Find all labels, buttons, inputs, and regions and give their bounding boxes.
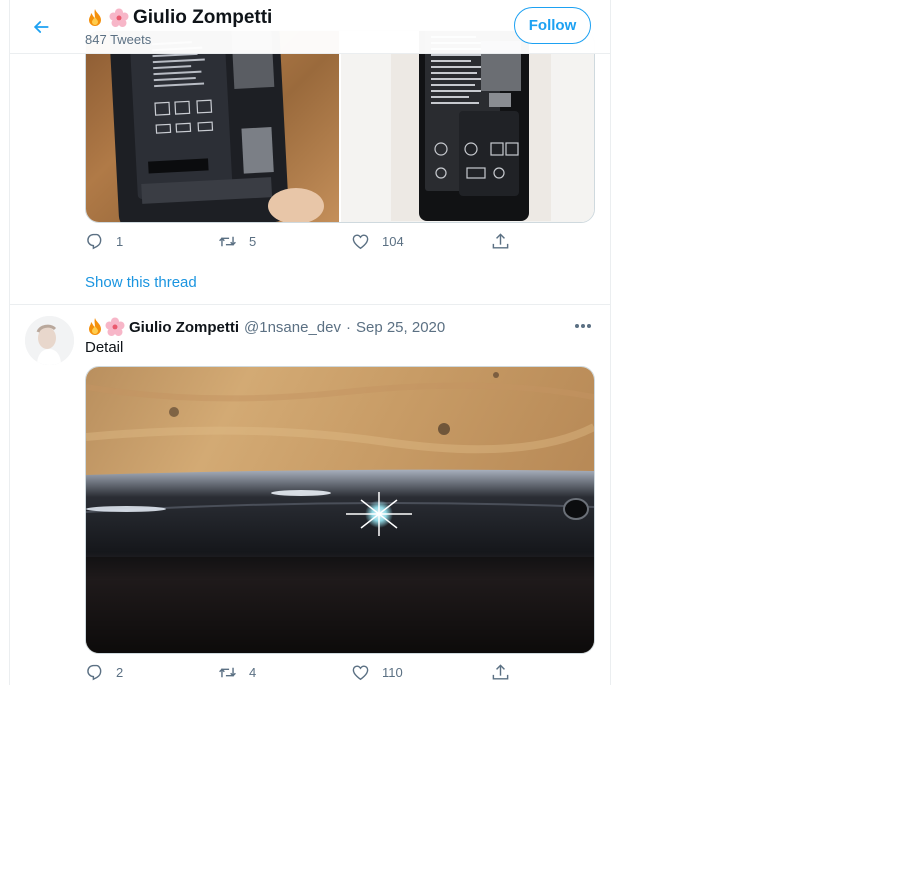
- share-button[interactable]: [491, 232, 510, 251]
- retweet-count: 4: [249, 665, 257, 680]
- profile-name: Giulio Zompetti: [133, 7, 273, 28]
- retweet-count: 5: [249, 234, 257, 249]
- cherry-blossom-emoji-icon: [109, 8, 129, 27]
- reply-count: 1: [116, 234, 124, 249]
- like-button[interactable]: 110: [351, 663, 491, 682]
- arrow-left-icon: [34, 21, 49, 33]
- back-button[interactable]: [24, 10, 58, 44]
- author-handle[interactable]: @1nsane_dev: [244, 319, 341, 336]
- follow-button[interactable]: Follow: [514, 7, 591, 44]
- phone-teardown-photo-right[interactable]: [341, 31, 594, 222]
- fire-emoji-icon: [89, 318, 101, 335]
- heart-icon: [352, 234, 369, 250]
- tweet-actions: 2 4 110: [85, 663, 510, 682]
- tweet-actions: 1 5 104: [85, 232, 510, 251]
- reply-button[interactable]: 1: [85, 232, 218, 251]
- cherry-blossom-emoji-icon: [105, 317, 125, 336]
- reply-count: 2: [116, 665, 124, 680]
- author-name[interactable]: Giulio Zompetti: [129, 319, 239, 336]
- heart-icon: [352, 665, 369, 681]
- reply-icon: [87, 664, 102, 681]
- show-thread-link[interactable]: Show this thread: [85, 274, 197, 291]
- share-button[interactable]: [491, 663, 510, 682]
- reply-icon: [87, 233, 102, 250]
- like-button[interactable]: 104: [351, 232, 491, 251]
- retweet-button[interactable]: 5: [218, 232, 351, 251]
- page-title: Giulio Zompetti: [85, 7, 272, 29]
- avatar[interactable]: [25, 316, 74, 365]
- meta-separator: ·: [345, 318, 351, 336]
- reply-button[interactable]: 2: [85, 663, 218, 682]
- tweet-header: Giulio Zompetti @1nsane_dev · Sep 25, 20…: [85, 317, 445, 337]
- retweet-button[interactable]: 4: [218, 663, 351, 682]
- tweet-text: Detail: [85, 339, 124, 356]
- retweet-icon: [219, 236, 236, 247]
- profile-header: Giulio Zompetti 847 Tweets Follow: [10, 0, 610, 54]
- more-options-icon: [575, 324, 591, 328]
- retweet-icon: [219, 667, 236, 678]
- phone-teardown-photo-left[interactable]: [86, 31, 339, 222]
- share-icon: [492, 233, 509, 249]
- fire-emoji-icon: [89, 9, 101, 26]
- tweet-divider: [10, 304, 610, 305]
- tweet-media-photo[interactable]: [85, 366, 595, 654]
- timeline-column: 1 5 104 Show this thread Giulio Zompetti…: [9, 0, 611, 685]
- tweet-count: 847 Tweets: [85, 32, 152, 47]
- share-icon: [492, 664, 509, 680]
- like-count: 110: [382, 665, 403, 680]
- like-count: 104: [382, 234, 404, 249]
- more-options-button[interactable]: [572, 318, 594, 334]
- tweet-media-grid[interactable]: [85, 30, 595, 223]
- tweet-date[interactable]: Sep 25, 2020: [356, 319, 445, 336]
